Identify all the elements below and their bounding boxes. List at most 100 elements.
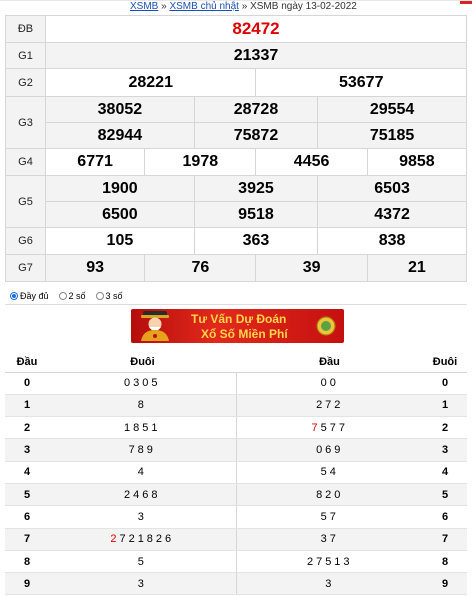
table-row: 4 4 54 4 (5, 461, 467, 484)
divider (5, 304, 467, 305)
prize-g2-value: 53677 (255, 68, 467, 97)
tail-digits: 0305 (49, 372, 237, 395)
prize-g5-value: 4372 (317, 201, 467, 228)
option-full[interactable]: Đầy đủ (10, 291, 49, 301)
option-three-digits[interactable]: 3 số (95, 291, 123, 301)
highlight-digit: 7 (311, 421, 321, 434)
tail-digit: 3 (423, 438, 467, 462)
prize-g6-value: 363 (193, 227, 319, 255)
head-digit: 3 (5, 438, 49, 462)
prize-g3-value: 75185 (317, 122, 467, 149)
column-header-duoi: Đuôi (49, 352, 236, 373)
head-digit: 2 (5, 416, 49, 440)
prize-g1-value: 21337 (45, 42, 467, 69)
tail-digits: 789 (49, 438, 237, 462)
prize-g6-value: 105 (45, 227, 195, 255)
row-g6: G6 105 363 838 (5, 227, 467, 255)
tail-digit: 1 (423, 394, 467, 418)
tail-digits: 2468 (49, 483, 237, 507)
promo-banner[interactable]: Tư Vấn Dự Đoán Xổ Số Miền Phí (131, 309, 344, 343)
display-options: Đầy đủ 2 số 3 số (10, 291, 123, 301)
option-three-label: 3 số (105, 291, 123, 301)
radio-icon[interactable] (58, 292, 67, 300)
head-list-text: 54 (320, 466, 339, 479)
prize-g5-value: 1900 (45, 175, 195, 202)
table-row: 2 1851 7577 2 (5, 416, 467, 440)
option-full-label: Đầy đủ (20, 291, 49, 301)
breadcrumb-home-link[interactable]: XSMB (130, 1, 158, 12)
row-g2: G2 28221 53677 (5, 68, 467, 97)
loto-header-row: Đầu Đuôi Đầu Đuôi (5, 352, 467, 373)
column-header-dau: Đầu (5, 352, 49, 373)
prize-label: G7 (5, 254, 46, 282)
row-g1: G1 21337 (5, 42, 467, 69)
prize-g7-value: 39 (255, 254, 368, 282)
tail-digit: 0 (423, 372, 467, 395)
radio-selected-icon[interactable] (10, 292, 18, 300)
tail-digit: 8 (423, 550, 467, 574)
tail-digits-text: 8 (137, 399, 147, 412)
row-g7: G7 93 76 39 21 (5, 254, 468, 282)
tail-digits-text: 1851 (124, 421, 161, 434)
head-list-text: 57 (320, 510, 339, 523)
table-row: 3 789 069 3 (5, 438, 467, 462)
tail-digits: 3 (49, 572, 237, 596)
row-g3b: 82944 75872 75185 (6, 122, 467, 149)
head-list: 272 (235, 394, 423, 418)
table-row: 5 2468 820 5 (5, 483, 467, 507)
head-list: 7577 (235, 416, 423, 440)
breadcrumb-separator: » (241, 1, 248, 12)
head-list: 00 (235, 372, 423, 395)
head-list-text: 27513 (306, 555, 353, 568)
tail-digits-text: 2468 (124, 488, 161, 501)
row-g5b: 6500 9518 4372 (6, 201, 467, 228)
prize-g7-value: 21 (366, 254, 468, 282)
banner-line2: Xổ Số Miền Phí (201, 327, 288, 341)
tail-digits-text: 3 (137, 510, 147, 523)
head-list: 54 (235, 461, 423, 484)
corner-accent (460, 1, 472, 4)
prize-g3-value: 38052 (45, 96, 195, 123)
table-row: 6 3 57 6 (5, 505, 467, 529)
tail-digits: 2721826 (49, 528, 237, 551)
table-row: 9 3 3 9 (5, 572, 467, 596)
head-list: 069 (235, 438, 423, 462)
prize-g4-value: 1978 (144, 148, 257, 176)
tail-digits: 4 (49, 461, 237, 484)
head-list: 3 (235, 572, 423, 596)
head-digit: 8 (5, 550, 49, 574)
breadcrumb-section-link[interactable]: XSMB chủ nhật (169, 1, 238, 12)
prize-label: G5 (5, 175, 46, 228)
row-g4: G4 6771 1978 4456 9858 (5, 148, 468, 176)
tail-digit: 9 (423, 572, 467, 596)
tail-digits-text: 4 (137, 466, 147, 479)
row-db: ĐB 82472 (5, 15, 467, 43)
god-of-wealth-icon (141, 311, 169, 341)
prize-g5-value: 9518 (193, 201, 319, 228)
prize-g5-value: 6503 (317, 175, 467, 202)
prize-g7-value: 93 (44, 254, 146, 282)
banner-line1: Tư Vấn Dự Đoán (191, 312, 287, 326)
head-list: 57 (235, 505, 423, 529)
prize-g5-value: 3925 (193, 175, 319, 202)
breadcrumb-current: XSMB ngày 13-02-2022 (250, 1, 357, 12)
tail-digit: 5 (423, 483, 467, 507)
prize-g4-value: 4456 (255, 148, 368, 176)
head-digit: 7 (5, 528, 49, 551)
prize-g3-value: 75872 (193, 122, 319, 149)
head-list-text: 00 (320, 377, 339, 390)
tail-digits-text: 0305 (124, 377, 161, 390)
head-list-text: 37 (320, 533, 339, 546)
tail-digits: 5 (49, 550, 237, 574)
head-list-text: 3 (325, 577, 335, 590)
prize-g6-value: 838 (317, 227, 467, 255)
head-digit: 9 (5, 572, 49, 596)
option-two-digits[interactable]: 2 số (58, 291, 86, 301)
table-row: 7 2721826 37 7 (5, 528, 467, 551)
results-table: ĐB 82472 G1 21337 G2 28221 53677 G3 3805… (5, 15, 468, 282)
radio-icon[interactable] (95, 292, 104, 300)
tail-digits: 1851 (49, 416, 237, 440)
tail-digits-text: 5 (137, 555, 147, 568)
column-header-dau: Đầu (236, 352, 423, 373)
prize-label: G2 (5, 68, 46, 97)
